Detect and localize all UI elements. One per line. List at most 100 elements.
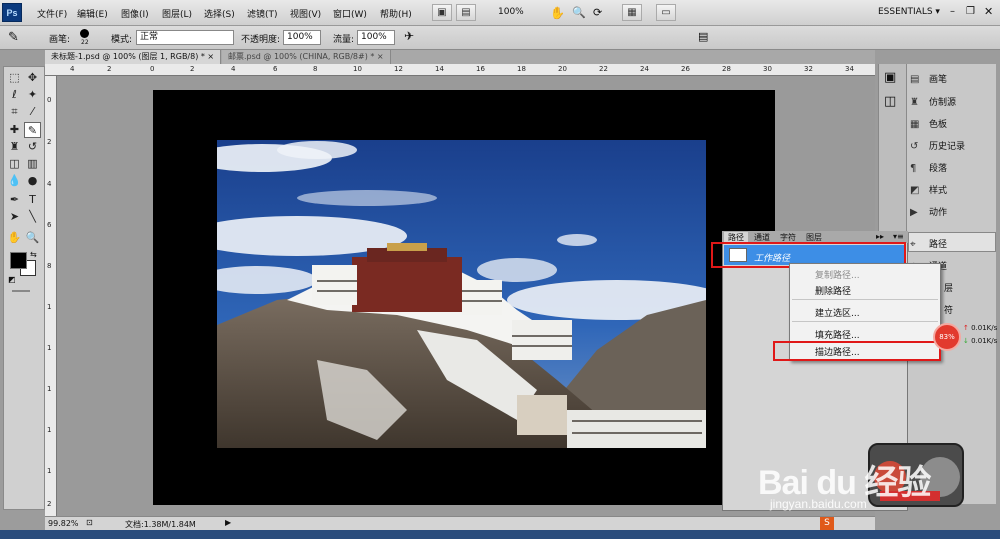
eyedropper-icon[interactable]: ⁄: [24, 104, 41, 120]
swap-colors-icon[interactable]: ⇆: [30, 250, 37, 259]
arrange-documents-icon[interactable]: ▦: [622, 4, 642, 21]
menu-select[interactable]: 选择(S): [204, 7, 235, 20]
toggle-brush-panel-icon[interactable]: ▤: [698, 30, 708, 43]
panel-collapse-icon[interactable]: ▸▸: [876, 232, 884, 241]
status-arrow-icon[interactable]: ▶: [225, 518, 231, 527]
foreground-color-swatch[interactable]: [10, 252, 27, 269]
path-selection-icon[interactable]: ➤: [6, 209, 23, 225]
mode-select[interactable]: 正常: [136, 30, 234, 45]
mini-bridge-icon[interactable]: ▤: [456, 4, 476, 21]
panel-paths[interactable]: ⌖ 路径: [910, 237, 947, 250]
zoom-icon[interactable]: 🔍: [24, 230, 41, 246]
brush-tool-icon[interactable]: ✎: [24, 122, 41, 138]
panel-label: 动作: [929, 208, 948, 218]
panel-character-partial[interactable]: 符: [944, 303, 953, 316]
menu-window[interactable]: 窗口(W): [333, 7, 367, 20]
menu-view[interactable]: 视图(V): [290, 7, 321, 20]
status-menu-icon[interactable]: ⊡: [86, 518, 93, 527]
menu-item-delete-path[interactable]: 删除路径: [815, 284, 851, 297]
ruler-vertical: 0 2 4 6 8 1 1 1 1 1 2: [45, 76, 57, 516]
panel-label: 段落: [929, 164, 948, 174]
swatches-icon: ▦: [910, 119, 920, 130]
line-shape-icon[interactable]: ╲: [24, 209, 41, 225]
sogou-input-icon[interactable]: S: [820, 517, 834, 530]
ruler-tick: 1: [47, 426, 52, 434]
restore-icon[interactable]: ❐: [966, 6, 975, 17]
ruler-tick: 20: [558, 65, 567, 73]
zoom-level[interactable]: 100%: [498, 7, 524, 17]
ruler-tick: 22: [599, 65, 608, 73]
menu-help[interactable]: 帮助(H): [380, 7, 412, 20]
magic-wand-icon[interactable]: ✦: [24, 87, 41, 103]
ruler-tick: 4: [47, 180, 52, 188]
quick-mask-icon[interactable]: [12, 290, 30, 292]
panel-menu-icon[interactable]: ▾≡: [893, 232, 904, 241]
rotate-view-icon[interactable]: ⟳: [593, 6, 602, 19]
type-tool-icon[interactable]: T: [24, 192, 41, 208]
clone-stamp-icon[interactable]: ♜: [6, 139, 23, 155]
default-colors-icon[interactable]: ◩: [8, 275, 16, 284]
panel-layers-partial[interactable]: 层: [944, 281, 953, 294]
hand-tool-icon[interactable]: ✋: [550, 6, 565, 20]
ruler-tick: 1: [47, 344, 52, 352]
ruler-tick: 8: [47, 262, 52, 270]
pen-tool-icon[interactable]: ✒: [6, 192, 23, 208]
panel-paragraph[interactable]: ¶ 段落: [910, 161, 947, 174]
brush-size: 22: [81, 39, 89, 46]
ruler-tick: 18: [517, 65, 526, 73]
potala-palace-photo[interactable]: [217, 140, 706, 448]
net-speed-badge[interactable]: 83%: [933, 323, 961, 351]
flow-field[interactable]: 100%: [357, 30, 395, 45]
healing-brush-icon[interactable]: ✚: [6, 122, 23, 138]
bridge-icon[interactable]: ▣: [432, 4, 452, 21]
menu-file[interactable]: 文件(F): [37, 7, 67, 20]
menu-item-make-selection[interactable]: 建立选区...: [815, 306, 860, 319]
ruler-tick: 24: [640, 65, 649, 73]
panel-actions[interactable]: ▶ 动作: [910, 205, 947, 218]
dodge-icon[interactable]: ●: [24, 173, 41, 189]
panel-styles[interactable]: ◩ 样式: [910, 183, 947, 196]
screen-mode-icon[interactable]: ▭: [656, 4, 676, 21]
eraser-icon[interactable]: ◫: [6, 156, 23, 172]
tab-stamp[interactable]: 邮票.psd @ 100% (CHINA, RGB/8#) * ×: [222, 50, 391, 64]
panel-label: 历史记录: [929, 142, 966, 152]
layers-comp-icon[interactable]: ◫: [884, 94, 896, 109]
crop-tool-icon[interactable]: ⌗: [6, 104, 23, 120]
blur-icon[interactable]: 💧: [6, 173, 23, 189]
download-speed: ↓ 0.01K/s: [963, 337, 998, 345]
panel-brush[interactable]: ▤ 画笔: [910, 72, 947, 85]
airbrush-icon[interactable]: ✈: [404, 29, 414, 43]
menu-image[interactable]: 图像(I): [121, 7, 149, 20]
ruler-tick: 16: [476, 65, 485, 73]
minimize-icon[interactable]: –: [950, 6, 955, 17]
menu-layer[interactable]: 图层(L): [162, 7, 192, 20]
workspace-switcher[interactable]: ESSENTIALS ▾: [878, 7, 940, 17]
menu-filter[interactable]: 滤镜(T): [247, 7, 278, 20]
status-zoom[interactable]: 99.82%: [48, 519, 79, 528]
close-icon[interactable]: ✕: [984, 5, 993, 18]
menu-item-fill-path[interactable]: 填充路径...: [815, 328, 860, 341]
menu-separator: [792, 321, 938, 322]
paragraph-icon: ¶: [910, 163, 917, 174]
ruler-tick: 4: [231, 65, 236, 73]
panel-clone-source[interactable]: ♜ 仿制源: [910, 95, 956, 108]
panel-history[interactable]: ↺ 历史记录: [910, 139, 965, 152]
flow-label: 流量:: [333, 35, 355, 45]
brush-tip-icon[interactable]: [80, 29, 89, 38]
marquee-tool-icon[interactable]: ⬚: [6, 70, 23, 86]
hand-icon[interactable]: ✋: [6, 230, 23, 246]
history-brush-icon[interactable]: ↺: [24, 139, 41, 155]
ruler-tick: 30: [763, 65, 772, 73]
zoom-tool-icon[interactable]: 🔍: [572, 6, 586, 19]
mini-bridge-panel-icon[interactable]: ▣: [884, 70, 896, 85]
lasso-tool-icon[interactable]: ℓ: [6, 87, 23, 103]
menu-edit[interactable]: 编辑(E): [77, 7, 108, 20]
tab-untitled-1[interactable]: 未标题-1.psd @ 100% (图层 1, RGB/8) * ×: [45, 50, 222, 64]
panel-swatches[interactable]: ▦ 色板: [910, 117, 947, 130]
brush-tool-preset-icon[interactable]: ✎: [8, 30, 19, 45]
highlight-box-stroke-path: [773, 341, 941, 361]
move-tool-icon[interactable]: ✥: [24, 70, 41, 86]
opacity-label: 不透明度:: [241, 35, 281, 45]
opacity-field[interactable]: 100%: [283, 30, 321, 45]
gradient-icon[interactable]: ▥: [24, 156, 41, 172]
